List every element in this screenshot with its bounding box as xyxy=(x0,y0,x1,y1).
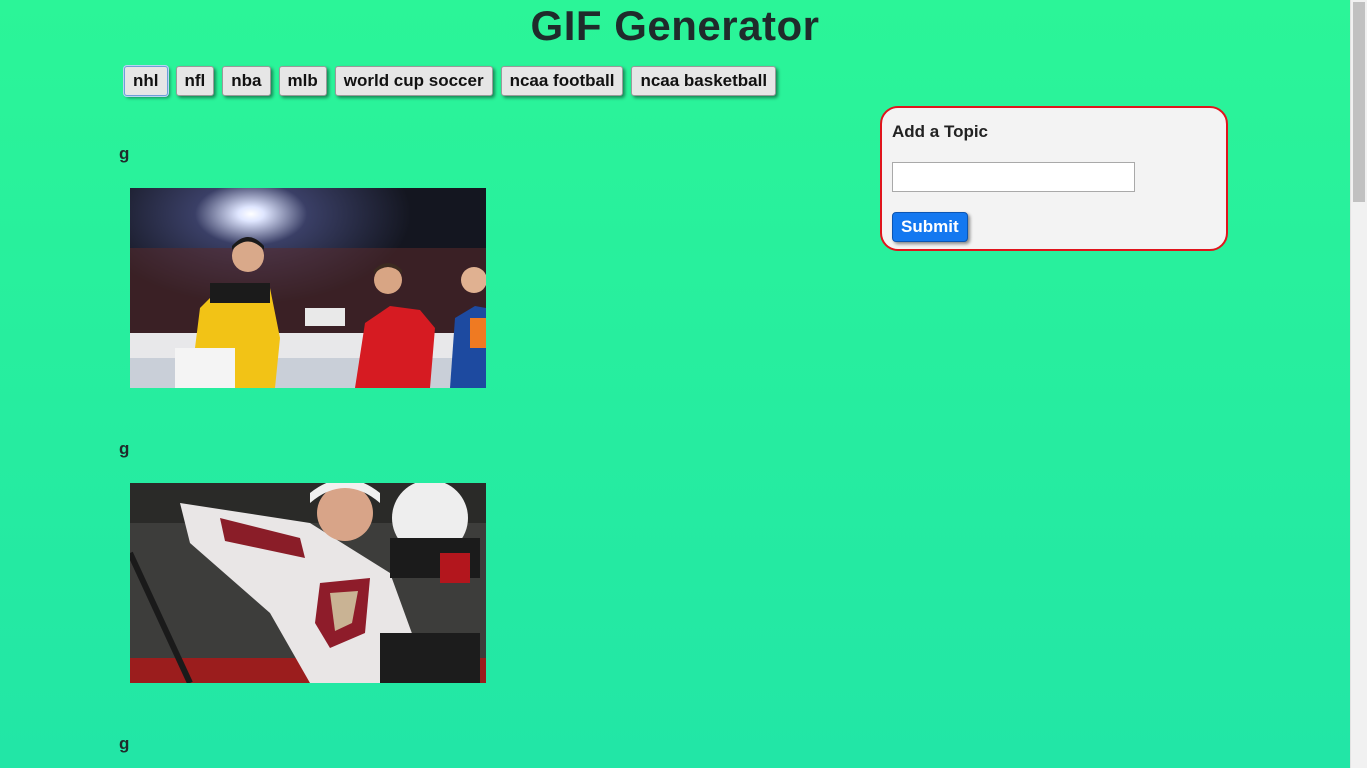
gif-rating: g xyxy=(119,734,130,753)
gif-image[interactable] xyxy=(130,483,486,683)
topic-button-bar: nhl nfl nba mlb world cup soccer ncaa fo… xyxy=(124,66,777,96)
topic-button-nfl[interactable]: nfl xyxy=(175,66,215,96)
topic-input[interactable] xyxy=(892,162,1135,192)
topic-button-mlb[interactable]: mlb xyxy=(278,66,327,96)
gif-item: g xyxy=(119,144,486,388)
gif-item: g xyxy=(119,734,129,754)
vertical-scrollbar[interactable] xyxy=(1350,0,1367,768)
topic-button-ncaa-basketball[interactable]: ncaa basketball xyxy=(631,66,777,96)
topic-button-world-cup-soccer[interactable]: world cup soccer xyxy=(334,66,493,96)
gif-image[interactable] xyxy=(130,188,486,388)
scrollbar-thumb[interactable] xyxy=(1353,2,1365,202)
topic-button-ncaa-football[interactable]: ncaa football xyxy=(500,66,624,96)
gif-item: g xyxy=(119,439,486,683)
topic-button-nhl[interactable]: nhl xyxy=(124,66,168,96)
gif-rating: g xyxy=(119,144,130,163)
add-topic-panel: Add a Topic Submit xyxy=(880,106,1228,251)
gif-rating: g xyxy=(119,439,130,458)
submit-button[interactable]: Submit xyxy=(892,212,968,242)
page-title: GIF Generator xyxy=(530,2,820,49)
add-topic-heading: Add a Topic xyxy=(892,122,989,141)
topic-button-nba[interactable]: nba xyxy=(222,66,271,96)
